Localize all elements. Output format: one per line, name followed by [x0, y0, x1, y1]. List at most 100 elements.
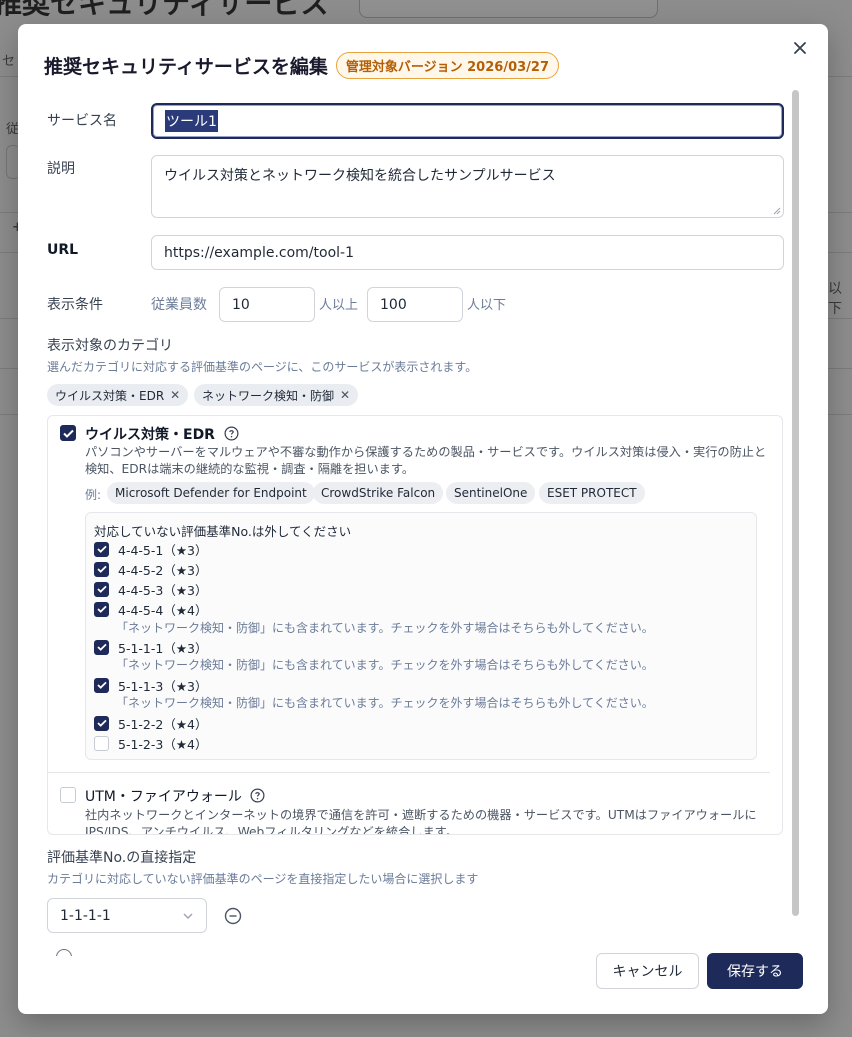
criterion-row[interactable]: 4-4-5-4（★4） — [94, 600, 208, 618]
criterion-note: 「ネットワーク検知・防御」にも含まれています。チェックを外す場合はそちらも外して… — [116, 696, 654, 710]
max-employees-value: 100 — [380, 296, 407, 313]
url-value: https://example.com/tool-1 — [164, 244, 354, 261]
criterion-label: 4-4-5-2（★3） — [118, 562, 208, 578]
criterion-checkbox[interactable] — [94, 581, 109, 597]
service-name-label: サービス名 — [47, 113, 117, 129]
min-employees-input[interactable]: 10 — [219, 287, 315, 322]
max-employees-input[interactable]: 100 — [367, 287, 463, 322]
criterion-checkbox[interactable] — [94, 601, 109, 617]
background-page-title: 推奨セキュリティサービス — [0, 0, 329, 20]
criterion-note: 「ネットワーク検知・防御」にも含まれています。チェックを外す場合はそちらも外して… — [116, 621, 654, 635]
category-checkbox[interactable] — [60, 425, 76, 441]
criteria-box: 対応していない評価基準No.は外してください 4-4-5-1（★3） 4-4-5… — [85, 512, 757, 760]
criterion-checkbox[interactable] — [94, 735, 109, 751]
chip-label: ウイルス対策・EDR — [55, 388, 165, 403]
edit-service-modal: 推奨セキュリティサービスを編集 管理対象バージョン 2026/03/27 サービ… — [18, 24, 828, 1014]
category-description-line: パソコンやサーバーをマルウェアや不審な動作から保護するための製品・サービスです。… — [85, 445, 767, 459]
help-icon[interactable] — [224, 426, 239, 441]
criterion-label: 5-1-1-3（★3） — [118, 678, 208, 694]
criterion-checkbox[interactable] — [94, 639, 109, 655]
save-button[interactable]: 保存する — [707, 953, 803, 989]
background-label-1: セ — [2, 54, 16, 69]
remove-chip-icon[interactable]: ✕ — [170, 388, 180, 402]
criterion-label: 4-4-5-4（★4） — [118, 602, 208, 618]
add-criterion-icon[interactable] — [56, 949, 72, 956]
remove-criterion-icon[interactable] — [224, 907, 242, 925]
check-icon — [96, 643, 107, 651]
modal-body[interactable]: サービス名 ツール1 説明 ウイルス対策とネットワーク検知を統合したサンプルサー… — [18, 90, 802, 956]
description-textarea[interactable]: ウイルス対策とネットワーク検知を統合したサンプルサービス — [151, 155, 784, 218]
category-title: ウイルス対策・EDR — [85, 424, 239, 444]
criteria-header: 対応していない評価基準No.は外してください — [94, 524, 352, 539]
description-value: ウイルス対策とネットワーク検知を統合したサンプルサービス — [164, 168, 556, 184]
category-description-line: 検知、EDRは端末の継続的な監視・調査・隔離を担います。 — [85, 462, 415, 476]
criterion-label: 5-1-2-3（★4） — [118, 736, 208, 752]
criterion-checkbox[interactable] — [94, 561, 109, 577]
criterion-checkbox[interactable] — [94, 541, 109, 557]
criterion-checkbox[interactable] — [94, 677, 109, 693]
employees-label: 従業員数 — [151, 297, 207, 313]
help-icon[interactable] — [250, 788, 265, 803]
close-button[interactable] — [790, 38, 810, 58]
category-description-line: IPS/IDS、アンチウイルス、Webフィルタリングなどを統合します。 — [85, 825, 458, 835]
criterion-select-value: 1-1-1-1 — [60, 907, 111, 924]
criterion-checkbox[interactable] — [94, 715, 109, 731]
criterion-note: 「ネットワーク検知・防御」にも含まれています。チェックを外す場合はそちらも外して… — [116, 658, 654, 672]
example-chip: ESET PROTECT — [539, 482, 645, 504]
criterion-row[interactable]: 5-1-2-3（★4） — [94, 734, 208, 752]
category-title: UTM・ファイアウォール — [85, 786, 265, 806]
description-label: 説明 — [47, 161, 75, 177]
criterion-row[interactable]: 5-1-2-2（★4） — [94, 714, 208, 732]
max-suffix: 人以下 — [467, 298, 507, 313]
category-divider — [48, 772, 770, 773]
background-button — [359, 0, 658, 18]
direct-spec-label: 評価基準No.の直接指定 — [47, 850, 197, 866]
criterion-label: 5-1-2-2（★4） — [118, 716, 208, 732]
min-employees-value: 10 — [232, 296, 250, 313]
check-icon — [96, 605, 107, 613]
modal-header: 推奨セキュリティサービスを編集 管理対象バージョン 2026/03/27 — [44, 50, 788, 80]
check-icon — [96, 719, 107, 727]
criterion-select[interactable]: 1-1-1-1 — [47, 898, 207, 933]
check-icon — [96, 585, 107, 593]
display-condition-label: 表示条件 — [47, 297, 103, 313]
remove-chip-icon[interactable]: ✕ — [340, 388, 350, 402]
url-input[interactable]: https://example.com/tool-1 — [151, 235, 784, 270]
categories-label: 表示対象のカテゴリ — [47, 338, 173, 354]
category-title-text: UTM・ファイアウォール — [85, 789, 242, 805]
close-icon — [794, 42, 806, 54]
category-list[interactable]: ウイルス対策・EDR パソコンやサーバーをマルウェアや不審な動作から保護するため… — [47, 415, 783, 835]
service-name-input[interactable]: ツール1 — [151, 103, 784, 139]
criterion-label: 4-4-5-1（★3） — [118, 542, 208, 558]
category-checkbox[interactable] — [60, 787, 76, 803]
url-label: URL — [47, 242, 79, 258]
service-name-value: ツール1 — [165, 110, 218, 132]
criterion-row[interactable]: 5-1-1-3（★3） — [94, 676, 208, 694]
selected-category-chip: ウイルス対策・EDR ✕ — [47, 384, 189, 406]
cancel-button[interactable]: キャンセル — [596, 953, 699, 989]
check-icon — [96, 681, 107, 689]
criterion-row[interactable]: 4-4-5-2（★3） — [94, 560, 208, 578]
check-icon — [96, 565, 107, 573]
category-description-line: 社内ネットワークとインターネットの境界で通信を許可・遮断するための機器・サービス… — [85, 808, 757, 822]
example-chip: SentinelOne — [446, 482, 536, 504]
criterion-row[interactable]: 5-1-1-1（★3） — [94, 638, 208, 656]
criterion-label: 4-4-5-3（★3） — [118, 582, 208, 598]
selected-category-chip: ネットワーク検知・防御 ✕ — [194, 384, 359, 406]
modal-scrollbar[interactable] — [792, 90, 799, 916]
background-label-4: 以下 — [828, 281, 842, 317]
modal-title: 推奨セキュリティサービスを編集 — [44, 55, 328, 78]
criterion-row[interactable]: 4-4-5-1（★3） — [94, 540, 208, 558]
resize-handle-icon[interactable] — [773, 207, 781, 215]
examples-label: 例: — [85, 488, 102, 502]
example-chip: CrowdStrike Falcon — [313, 482, 444, 504]
example-chip: Microsoft Defender for Endpoint — [107, 482, 315, 504]
direct-spec-help: カテゴリに対応していない評価基準のページを直接指定したい場合に選択します — [47, 872, 479, 886]
categories-help: 選んだカテゴリに対応する評価基準のページに、このサービスが表示されます。 — [47, 360, 478, 374]
check-icon — [62, 429, 74, 438]
version-badge: 管理対象バージョン 2026/03/27 — [335, 51, 560, 79]
criterion-label: 5-1-1-1（★3） — [118, 640, 208, 656]
chip-label: ネットワーク検知・防御 — [202, 388, 335, 403]
criterion-row[interactable]: 4-4-5-3（★3） — [94, 580, 208, 598]
check-icon — [96, 545, 107, 553]
